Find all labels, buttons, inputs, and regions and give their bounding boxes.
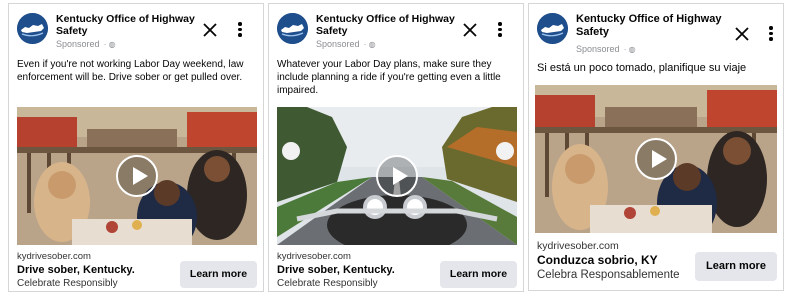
globe-icon: · ◍ <box>621 45 636 54</box>
sponsored-text: Sponsored <box>576 44 620 54</box>
ad-video[interactable] <box>17 107 257 245</box>
ad-footer: kydrivesober.com Drive sober, Kentucky. … <box>17 250 257 290</box>
ad-caption: Even if you're not working Labor Day wee… <box>17 59 244 83</box>
ad-caption: Whatever your Labor Day plans, make sure… <box>277 59 501 96</box>
more-options-icon[interactable] <box>232 20 248 40</box>
learn-more-button[interactable]: Learn more <box>440 261 517 288</box>
play-icon[interactable] <box>116 155 158 197</box>
sponsored-label: Sponsored · ◍ <box>316 39 376 50</box>
ad-card-labor-day-enforcement: Kentucky Office of Highway Safety Sponso… <box>8 3 264 292</box>
close-icon[interactable] <box>462 22 478 38</box>
close-icon[interactable] <box>202 22 218 38</box>
ad-header: Kentucky Office of Highway Safety Sponso… <box>9 4 263 56</box>
kentucky-logo-icon[interactable] <box>17 13 48 44</box>
sponsored-label: Sponsored · ◍ <box>576 44 636 55</box>
ad-caption: Si está un poco tomado, planifique su vi… <box>537 62 747 74</box>
sponsored-label: Sponsored · ◍ <box>56 39 116 50</box>
more-options-icon[interactable] <box>492 20 508 40</box>
globe-icon: · ◍ <box>361 40 376 49</box>
ad-video[interactable] <box>535 85 777 233</box>
ad-header: Kentucky Office of Highway Safety Sponso… <box>529 4 783 56</box>
ad-card-spanish: Kentucky Office of Highway Safety Sponso… <box>528 3 784 291</box>
play-icon[interactable] <box>376 155 418 197</box>
sponsored-text: Sponsored <box>316 39 360 49</box>
globe-icon: · ◍ <box>101 40 116 49</box>
ad-previews: Kentucky Office of Highway Safety Sponso… <box>0 0 789 296</box>
learn-more-button[interactable]: Learn more <box>180 261 257 288</box>
ad-footer: kydrivesober.com Drive sober, Kentucky. … <box>277 250 517 290</box>
close-icon[interactable] <box>734 26 750 42</box>
ad-header: Kentucky Office of Highway Safety Sponso… <box>269 4 523 56</box>
kentucky-logo-icon[interactable] <box>537 13 568 44</box>
more-options-icon[interactable] <box>763 24 779 44</box>
page-name[interactable]: Kentucky Office of Highway Safety <box>56 13 222 37</box>
kentucky-logo-icon[interactable] <box>277 13 308 44</box>
page-name[interactable]: Kentucky Office of Highway Safety <box>576 13 742 39</box>
ad-card-labor-day-plans: Kentucky Office of Highway Safety Sponso… <box>268 3 524 292</box>
ad-footer: kydrivesober.com Conduzca sobrio, KY Cel… <box>537 240 777 283</box>
page-name[interactable]: Kentucky Office of Highway Safety <box>316 13 482 37</box>
sponsored-text: Sponsored <box>56 39 100 49</box>
ad-video[interactable] <box>277 107 517 245</box>
play-icon[interactable] <box>635 138 677 180</box>
learn-more-button[interactable]: Learn more <box>695 252 777 281</box>
